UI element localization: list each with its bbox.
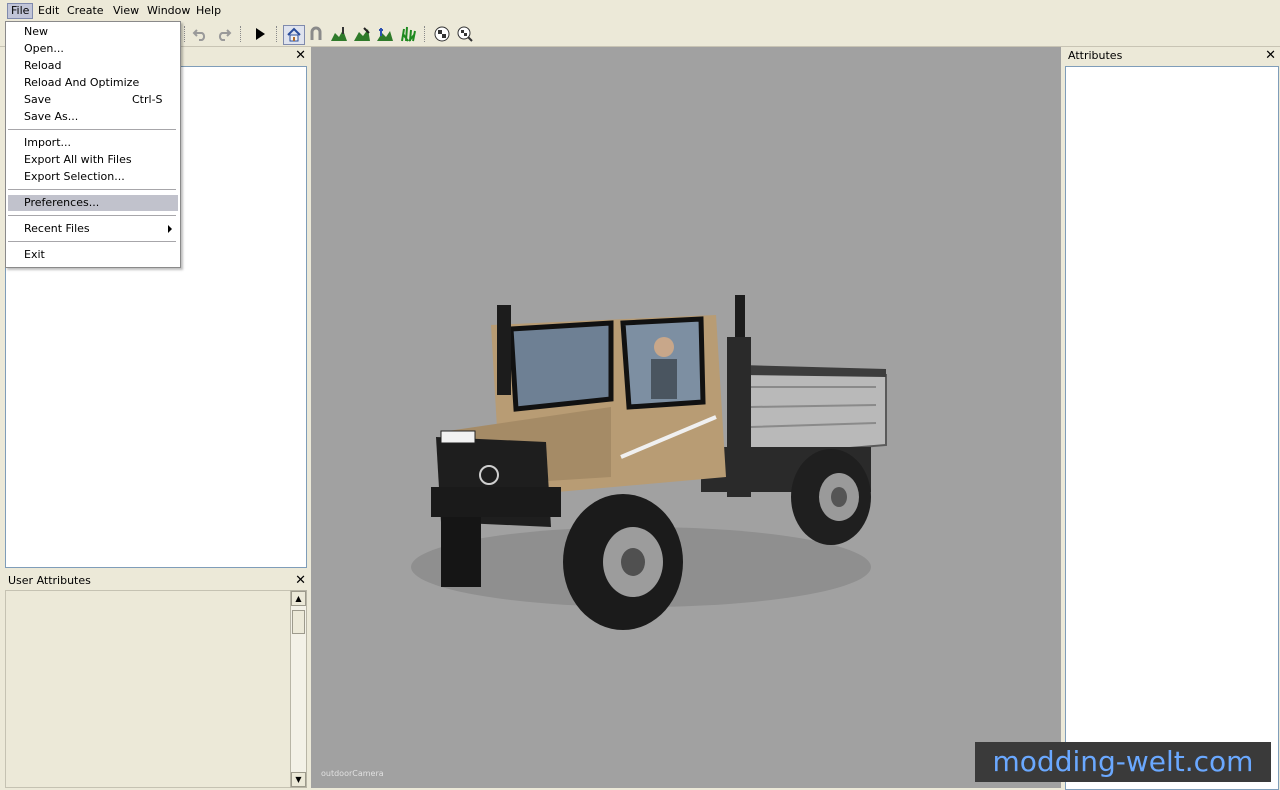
menu-item-recent-files[interactable]: Recent Files	[8, 221, 178, 237]
toolbar-separator	[276, 26, 278, 42]
menu-separator	[8, 241, 176, 242]
menu-separator	[8, 129, 176, 130]
terrain-sculpt-icon[interactable]	[352, 25, 372, 43]
attributes-body	[1065, 66, 1279, 790]
menu-item-export-selection[interactable]: Export Selection...	[8, 169, 178, 185]
magnet-icon[interactable]	[306, 25, 326, 43]
menu-help[interactable]: Help	[193, 4, 224, 18]
camera-label: outdoorCamera	[321, 769, 384, 778]
play-icon[interactable]	[250, 25, 270, 43]
menu-edit[interactable]: Edit	[35, 4, 62, 18]
scroll-up-icon[interactable]: ▲	[291, 591, 306, 606]
menu-item-open[interactable]: Open...	[8, 41, 178, 57]
toolbar-separator	[240, 26, 242, 42]
scroll-thumb[interactable]	[292, 610, 305, 634]
3d-viewport[interactable]: outdoorCamera	[311, 47, 1061, 788]
redo-icon[interactable]	[214, 25, 234, 43]
menu-bar: File Edit Create View Window Help	[0, 0, 1280, 23]
menu-item-reload-optimize[interactable]: Reload And Optimize	[8, 75, 178, 91]
user-attributes-body	[5, 590, 291, 788]
menu-create[interactable]: Create	[64, 4, 107, 18]
checker-search-icon[interactable]	[455, 25, 475, 43]
user-attributes-header: User Attributes ✕	[4, 572, 310, 590]
menu-item-new[interactable]: New	[8, 24, 178, 40]
menu-item-save-as[interactable]: Save As...	[8, 109, 178, 125]
menu-item-import[interactable]: Import...	[8, 135, 178, 151]
home-icon[interactable]	[283, 25, 305, 45]
menu-item-reload[interactable]: Reload	[8, 58, 178, 74]
menu-separator	[8, 215, 176, 216]
toolbar-separator	[424, 26, 426, 42]
menu-file[interactable]: File	[7, 3, 34, 19]
attributes-title: Attributes	[1068, 49, 1123, 62]
user-attributes-close-button[interactable]: ✕	[295, 572, 306, 590]
foliage-icon[interactable]	[375, 25, 395, 43]
toolbar-separator	[184, 26, 186, 42]
checker-icon[interactable]	[432, 25, 452, 43]
file-menu-dropdown: New Open... Reload Reload And Optimize S…	[5, 21, 181, 268]
vehicle-render	[411, 295, 887, 630]
user-attributes-title: User Attributes	[8, 574, 91, 587]
undo-icon[interactable]	[190, 25, 210, 43]
save-shortcut: Ctrl-S	[132, 93, 163, 106]
terrain-paint-icon[interactable]	[329, 25, 349, 43]
menu-item-exit[interactable]: Exit	[8, 247, 178, 263]
user-attributes-scrollbar[interactable]: ▲ ▼	[290, 590, 307, 788]
menu-window[interactable]: Window	[144, 4, 193, 18]
menu-separator	[8, 189, 176, 190]
attributes-header: Attributes ✕	[1064, 47, 1280, 65]
submenu-arrow-icon	[168, 225, 172, 233]
watermark: modding-welt.com	[975, 742, 1271, 782]
scenegraph-close-button[interactable]: ✕	[295, 47, 306, 65]
menu-item-preferences[interactable]: Preferences...	[8, 195, 178, 211]
menu-view[interactable]: View	[110, 4, 142, 18]
menu-item-save[interactable]: Save Ctrl-S	[8, 92, 178, 108]
grass-icon[interactable]	[398, 25, 418, 43]
attributes-close-button[interactable]: ✕	[1265, 47, 1276, 65]
menu-item-export-all[interactable]: Export All with Files	[8, 152, 178, 168]
toolbar	[0, 22, 1280, 47]
scroll-down-icon[interactable]: ▼	[291, 772, 306, 787]
